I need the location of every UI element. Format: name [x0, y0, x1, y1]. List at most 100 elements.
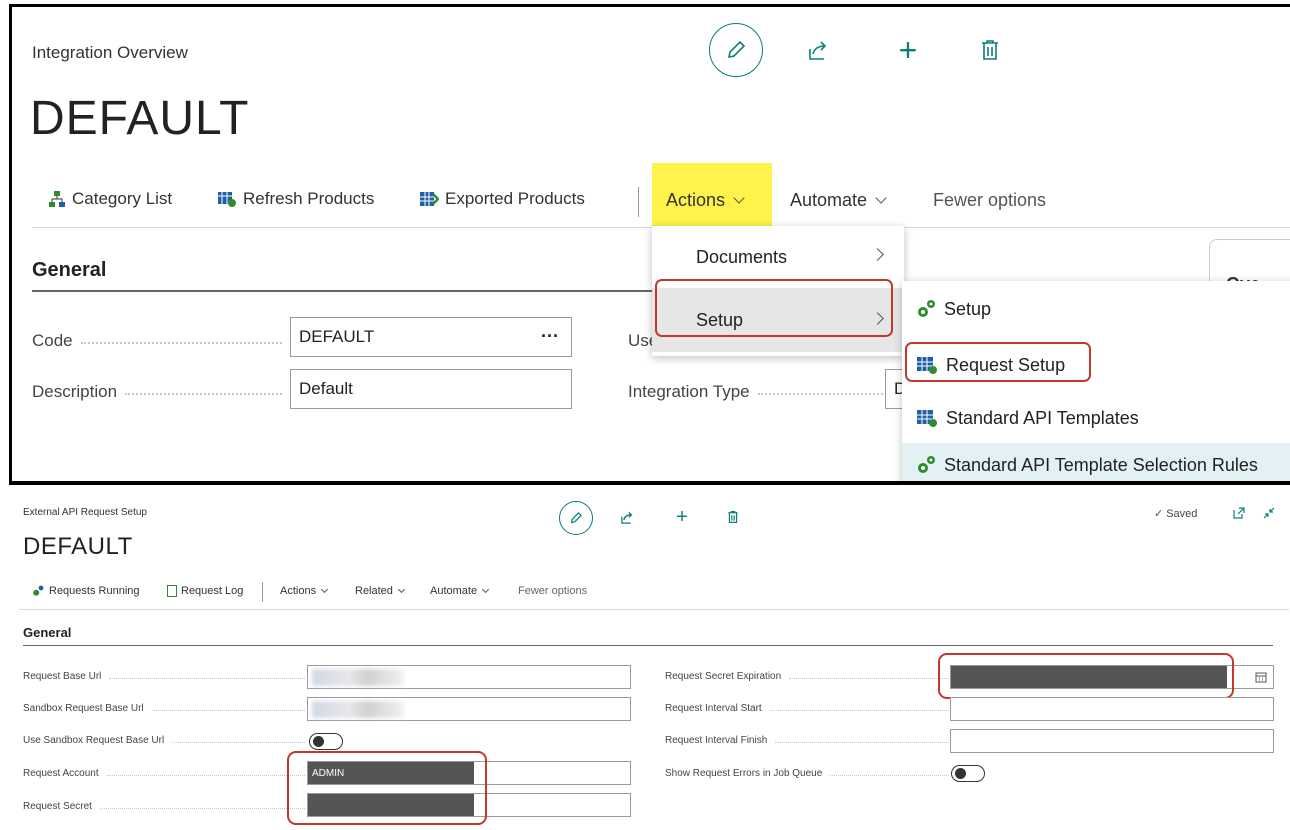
log-icon: [167, 585, 177, 597]
request-interval-start-label: Request Interval Start: [665, 703, 949, 714]
calendar-icon[interactable]: [1255, 671, 1267, 683]
show-request-errors-toggle[interactable]: [951, 765, 985, 782]
use-sandbox-toggle[interactable]: [309, 733, 343, 750]
fewer-options-button[interactable]: Fewer options: [518, 585, 587, 597]
request-setup-label: Request Setup: [946, 354, 1066, 375]
automate-menu-button[interactable]: Automate: [430, 585, 490, 597]
request-base-url-field[interactable]: [307, 665, 631, 689]
pencil-icon: [727, 40, 746, 59]
request-interval-finish-field[interactable]: [950, 729, 1274, 753]
menu-item-documents[interactable]: Documents: [652, 226, 904, 288]
submenu-item-setup[interactable]: Setup: [902, 281, 1290, 337]
documents-label: Documents: [696, 246, 788, 267]
category-list-button[interactable]: Category List: [48, 189, 172, 209]
related-label: Related: [355, 585, 393, 597]
lookup-ellipsis-button[interactable]: ···: [541, 326, 559, 347]
menu-item-setup[interactable]: Setup: [652, 288, 904, 352]
section-underline: [32, 290, 662, 292]
refresh-products-button[interactable]: Refresh Products: [217, 189, 374, 209]
actions-label: Actions: [666, 190, 726, 210]
chevron-down-icon: [733, 192, 745, 204]
share-icon: [809, 41, 827, 60]
gear-icon: [918, 456, 935, 473]
request-secret-field[interactable]: [307, 793, 631, 817]
selection-rules-label: Standard API Template Selection Rules: [944, 454, 1258, 475]
code-label: Code: [32, 331, 282, 351]
external-api-request-setup-page: External API Request Setup DEFAULT + ✓ S…: [9, 484, 1290, 830]
plus-icon: +: [676, 505, 688, 528]
setup-submenu: Setup Request Setup Standard API Templat…: [902, 281, 1290, 481]
fewer-options-label: Fewer options: [933, 190, 1047, 210]
redacted-secret: [308, 794, 474, 816]
automate-menu-button[interactable]: Automate: [790, 190, 887, 211]
automate-label: Automate: [790, 190, 868, 210]
setup-label: Setup: [696, 309, 744, 330]
request-interval-finish-label: Request Interval Finish: [665, 735, 949, 746]
request-account-field[interactable]: ADMIN: [307, 761, 631, 785]
actions-label: Actions: [280, 585, 317, 597]
submenu-item-request-setup[interactable]: Request Setup: [902, 337, 1290, 393]
exported-products-icon: [420, 192, 439, 206]
share-button[interactable]: [619, 510, 635, 526]
toolbar-separator: [19, 609, 1289, 610]
requests-running-label: Requests Running: [49, 585, 140, 597]
blurred-url-value: [312, 701, 404, 718]
integration-overview-page: Integration Overview DEFAULT + Category …: [9, 4, 1290, 484]
edit-button[interactable]: [709, 23, 763, 77]
request-account-value: ADMIN: [308, 762, 474, 784]
request-secret-expiration-field[interactable]: [950, 665, 1274, 689]
toolbar-divider: [262, 582, 263, 602]
new-button[interactable]: +: [673, 505, 691, 528]
request-interval-start-field[interactable]: [950, 697, 1274, 721]
description-field[interactable]: Default: [290, 369, 572, 409]
open-new-window-button[interactable]: [1231, 505, 1247, 521]
sandbox-request-base-url-label: Sandbox Request Base Url: [23, 703, 305, 714]
code-value: DEFAULT: [299, 327, 375, 346]
redacted-expiration: [951, 666, 1227, 688]
actions-menu-button[interactable]: Actions: [280, 585, 329, 597]
trash-icon: [982, 40, 998, 60]
trash-icon: [728, 511, 738, 523]
standard-api-templates-label: Standard API Templates: [946, 407, 1139, 428]
edit-button[interactable]: [559, 501, 593, 535]
collapse-button[interactable]: [1261, 505, 1277, 521]
share-button[interactable]: [804, 37, 832, 65]
page-title: DEFAULT: [30, 92, 250, 145]
plus-icon: +: [898, 31, 918, 68]
toggle-knob: [313, 736, 324, 747]
section-title-general: General: [32, 259, 107, 281]
delete-button[interactable]: [726, 509, 740, 525]
delete-button[interactable]: [978, 37, 1002, 63]
setup-table-icon: [917, 357, 937, 374]
request-base-url-label: Request Base Url: [23, 671, 305, 682]
request-secret-label: Request Secret: [23, 801, 305, 812]
sandbox-request-base-url-field[interactable]: [307, 697, 631, 721]
description-value: Default: [299, 379, 353, 398]
exported-products-button[interactable]: Exported Products: [419, 189, 585, 209]
gear-icon: [918, 300, 935, 317]
open-in-new-window-icon: [1233, 507, 1245, 519]
requests-running-button[interactable]: Requests Running: [31, 585, 140, 597]
code-field[interactable]: DEFAULT ···: [290, 317, 572, 357]
request-account-label: Request Account: [23, 768, 305, 779]
actions-dropdown: Documents Setup: [652, 226, 904, 356]
submenu-item-selection-rules[interactable]: Standard API Template Selection Rules: [902, 443, 1290, 481]
show-request-errors-label: Show Request Errors in Job Queue: [665, 768, 949, 779]
request-log-button[interactable]: Request Log: [167, 585, 243, 597]
related-menu-button[interactable]: Related: [355, 585, 405, 597]
page-title: DEFAULT: [23, 533, 133, 560]
new-button[interactable]: +: [893, 32, 923, 68]
automate-label: Automate: [430, 585, 478, 597]
request-log-label: Request Log: [181, 585, 244, 597]
use-sandbox-request-base-url-label: Use Sandbox Request Base Url: [23, 735, 305, 746]
section-underline: [23, 645, 1273, 646]
actions-menu-button[interactable]: Actions: [666, 190, 745, 211]
chevron-right-icon: [871, 248, 884, 261]
share-icon: [621, 511, 633, 524]
breadcrumb: Integration Overview: [32, 43, 188, 62]
submenu-item-standard-api-templates[interactable]: Standard API Templates: [902, 393, 1290, 443]
integration-type-label: Integration Type: [628, 382, 898, 402]
fewer-options-button[interactable]: Fewer options: [933, 190, 1046, 211]
request-secret-expiration-label: Request Secret Expiration: [665, 671, 949, 682]
toolbar-divider: [638, 187, 639, 217]
